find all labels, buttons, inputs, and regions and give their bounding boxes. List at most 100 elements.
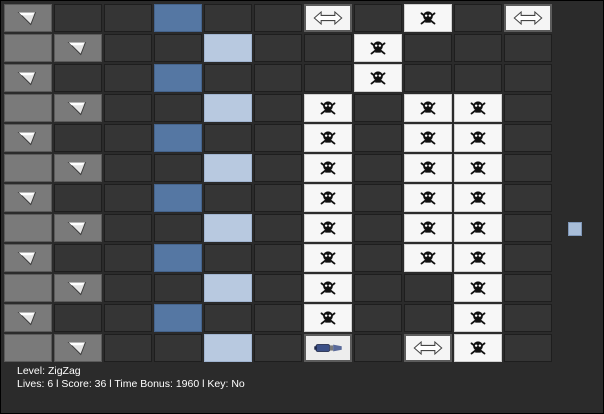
- tile-empty: [354, 184, 402, 212]
- skull-crossbones-icon: [470, 281, 486, 295]
- tile-empty: [254, 34, 302, 62]
- skull-crossbones-icon: [420, 161, 436, 175]
- tile-arrow-block: [54, 214, 102, 242]
- tile-empty: [504, 124, 552, 152]
- skull-crossbones-icon: [320, 191, 336, 205]
- tile-empty: [504, 274, 552, 302]
- tile-gray-block: [4, 334, 52, 362]
- tile-gray-block: [4, 154, 52, 182]
- tile-skull-block: [404, 94, 452, 122]
- tile-skull-block: [404, 4, 452, 32]
- tile-skull-block: [304, 154, 352, 182]
- triangle-arrow-icon: [67, 41, 87, 56]
- tile-blue-block: [154, 184, 202, 212]
- skull-crossbones-icon: [470, 221, 486, 235]
- tile-empty: [354, 244, 402, 272]
- skull-crossbones-icon: [370, 41, 386, 55]
- tile-empty: [154, 154, 202, 182]
- tile-light-blue-block: [204, 334, 252, 362]
- status-panel: Level: ZigZag Lives: 6 l Score: 36 l Tim…: [17, 365, 245, 391]
- tile-empty: [54, 304, 102, 332]
- tile-skull-block: [404, 124, 452, 152]
- tile-empty: [154, 334, 202, 362]
- tile-skull-block: [354, 34, 402, 62]
- tile-blue-block: [154, 304, 202, 332]
- tile-empty: [104, 244, 152, 272]
- triangle-arrow-icon: [17, 311, 37, 326]
- skull-crossbones-icon: [320, 131, 336, 145]
- tile-empty: [254, 4, 302, 32]
- tile-empty: [154, 214, 202, 242]
- double-arrow-icon: [413, 340, 443, 356]
- tile-empty: [254, 184, 302, 212]
- triangle-arrow-icon: [17, 191, 37, 206]
- tile-skull-block: [454, 124, 502, 152]
- tile-empty: [204, 64, 252, 92]
- tile-empty: [54, 64, 102, 92]
- game-window: Level: ZigZag Lives: 6 l Score: 36 l Tim…: [1, 1, 603, 413]
- tile-empty: [204, 304, 252, 332]
- triangle-arrow-icon: [67, 101, 87, 116]
- tile-skull-block: [304, 214, 352, 242]
- skull-crossbones-icon: [470, 131, 486, 145]
- tile-empty: [104, 304, 152, 332]
- tile-blue-block: [154, 64, 202, 92]
- tile-skull-block: [454, 154, 502, 182]
- tile-gray-block: [4, 34, 52, 62]
- tile-empty: [204, 124, 252, 152]
- tile-arrow-block: [4, 124, 52, 152]
- tile-arrow-block: [54, 274, 102, 302]
- separator: l: [56, 378, 59, 390]
- tile-empty: [504, 184, 552, 212]
- tile-empty: [204, 244, 252, 272]
- double-arrow-icon: [513, 10, 543, 26]
- tile-horizontal-mover: [304, 4, 352, 32]
- skull-crossbones-icon: [320, 161, 336, 175]
- tile-arrow-block: [4, 244, 52, 272]
- double-arrow-icon: [313, 10, 343, 26]
- tile-empty: [404, 274, 452, 302]
- skull-crossbones-icon: [320, 281, 336, 295]
- tile-empty: [454, 64, 502, 92]
- time-bonus-label: Time Bonus:: [114, 378, 173, 390]
- tile-empty: [354, 334, 402, 362]
- level-line: Level: ZigZag: [17, 365, 245, 378]
- skull-crossbones-icon: [470, 341, 486, 355]
- tile-empty: [354, 154, 402, 182]
- tile-blue-block: [154, 124, 202, 152]
- tile-arrow-block: [4, 184, 52, 212]
- tile-empty: [104, 124, 152, 152]
- tile-empty: [504, 34, 552, 62]
- tile-skull-block: [454, 304, 502, 332]
- tile-light-blue-block: [204, 34, 252, 62]
- tile-empty: [254, 214, 302, 242]
- separator: l: [202, 378, 205, 390]
- tile-skull-block: [404, 244, 452, 272]
- tile-arrow-block: [54, 34, 102, 62]
- game-board[interactable]: [1, 1, 603, 362]
- tile-empty: [104, 184, 152, 212]
- key-label: Key:: [207, 378, 229, 390]
- skull-crossbones-icon: [320, 251, 336, 265]
- tile-empty: [104, 154, 152, 182]
- skull-crossbones-icon: [320, 311, 336, 325]
- paintbrush-icon: [314, 344, 342, 352]
- tile-empty: [454, 4, 502, 32]
- tile-skull-block: [304, 244, 352, 272]
- score-label: Score:: [61, 378, 92, 390]
- tile-skull-block: [304, 274, 352, 302]
- tile-empty: [104, 64, 152, 92]
- triangle-arrow-icon: [17, 131, 37, 146]
- triangle-arrow-icon: [17, 11, 37, 26]
- tile-empty: [254, 274, 302, 302]
- tile-gray-block: [4, 214, 52, 242]
- tile-skull-block: [354, 64, 402, 92]
- tile-skull-block: [404, 154, 452, 182]
- tile-empty: [504, 214, 552, 242]
- skull-crossbones-icon: [470, 101, 486, 115]
- skull-crossbones-icon: [420, 131, 436, 145]
- tile-empty: [504, 334, 552, 362]
- tile-empty: [254, 304, 302, 332]
- tile-gray-block: [4, 94, 52, 122]
- tile-empty: [254, 94, 302, 122]
